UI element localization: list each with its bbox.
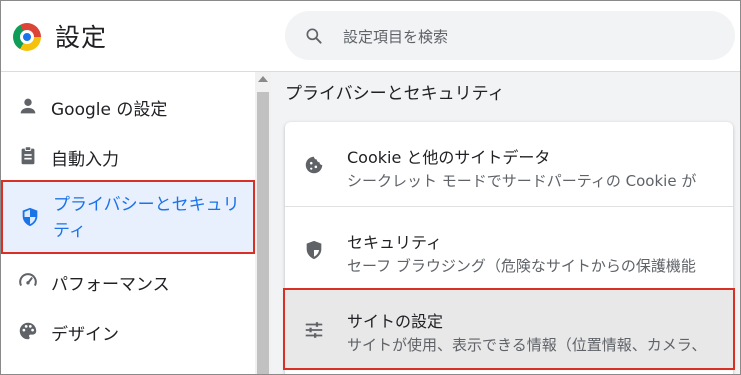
row-title: サイトの設定 (347, 312, 444, 331)
row-cookies[interactable]: Cookie と他のサイトデータ シークレット モードでサードパーティの Coo… (285, 122, 733, 206)
clipboard-icon (21, 146, 35, 165)
sidebar-item-performance[interactable]: パフォーマンス (1, 256, 255, 306)
palette-icon (19, 322, 37, 340)
sliders-icon (305, 322, 323, 338)
sidebar: Google の設定 自動入力 プライバシーとセキュリティ パフォーマンス デザ… (1, 72, 255, 374)
section-title: プライバシーとセキュリティ (285, 84, 505, 104)
sidebar-item-label: デザイン (51, 325, 119, 345)
sidebar-item-label: Google の設定 (51, 100, 168, 120)
scrollbar-thumb[interactable] (257, 92, 269, 374)
row-security[interactable]: セキュリティ セーフ ブラウジング（危険なサイトからの保護機能 (285, 207, 733, 291)
row-subtitle: シークレット モードでサードパーティの Cookie が (347, 172, 697, 190)
search-input[interactable]: 設定項目を検索 (343, 26, 448, 47)
page-title: 設定 (55, 23, 108, 52)
sidebar-item-label: 自動入力 (51, 150, 119, 170)
header: 設定 設定項目を検索 (1, 1, 740, 72)
sidebar-item-appearance[interactable]: デザイン (1, 306, 255, 356)
sidebar-item-google-settings[interactable]: Google の設定 (1, 81, 255, 131)
sidebar-scrollbar[interactable] (255, 72, 271, 374)
row-title: セキュリティ (347, 233, 443, 252)
sidebar-item-label: パフォーマンス (51, 275, 170, 295)
scroll-up-arrow-icon[interactable] (258, 76, 268, 82)
sidebar-item-autofill[interactable]: 自動入力 (1, 131, 255, 181)
settings-window: 設定 設定項目を検索 Google の設定 自動入力 プライバシーとセキュリティ… (0, 0, 741, 375)
row-title: Cookie と他のサイトデータ (347, 148, 551, 167)
shield-icon (22, 207, 38, 227)
cookie-icon (305, 156, 323, 174)
row-site-settings[interactable]: サイトの設定 サイトが使用、表示できる情報（位置情報、カメラ、 (283, 288, 735, 370)
shield-outline-icon (306, 240, 322, 260)
person-icon (20, 98, 36, 114)
search-icon (306, 28, 322, 44)
search-box[interactable]: 設定項目を検索 (285, 11, 735, 60)
row-subtitle: サイトが使用、表示できる情報（位置情報、カメラ、 (347, 336, 707, 354)
main-content: プライバシーとセキュリティ Cookie と他のサイトデータ シークレット モー… (271, 72, 740, 374)
speedometer-icon (19, 273, 37, 287)
chrome-logo-icon (13, 23, 41, 51)
sidebar-item-privacy-security[interactable]: プライバシーとセキュリティ (1, 180, 255, 254)
sidebar-item-label: プライバシーとセキュリティ (53, 195, 240, 241)
row-subtitle: セーフ ブラウジング（危険なサイトからの保護機能 (347, 257, 696, 275)
